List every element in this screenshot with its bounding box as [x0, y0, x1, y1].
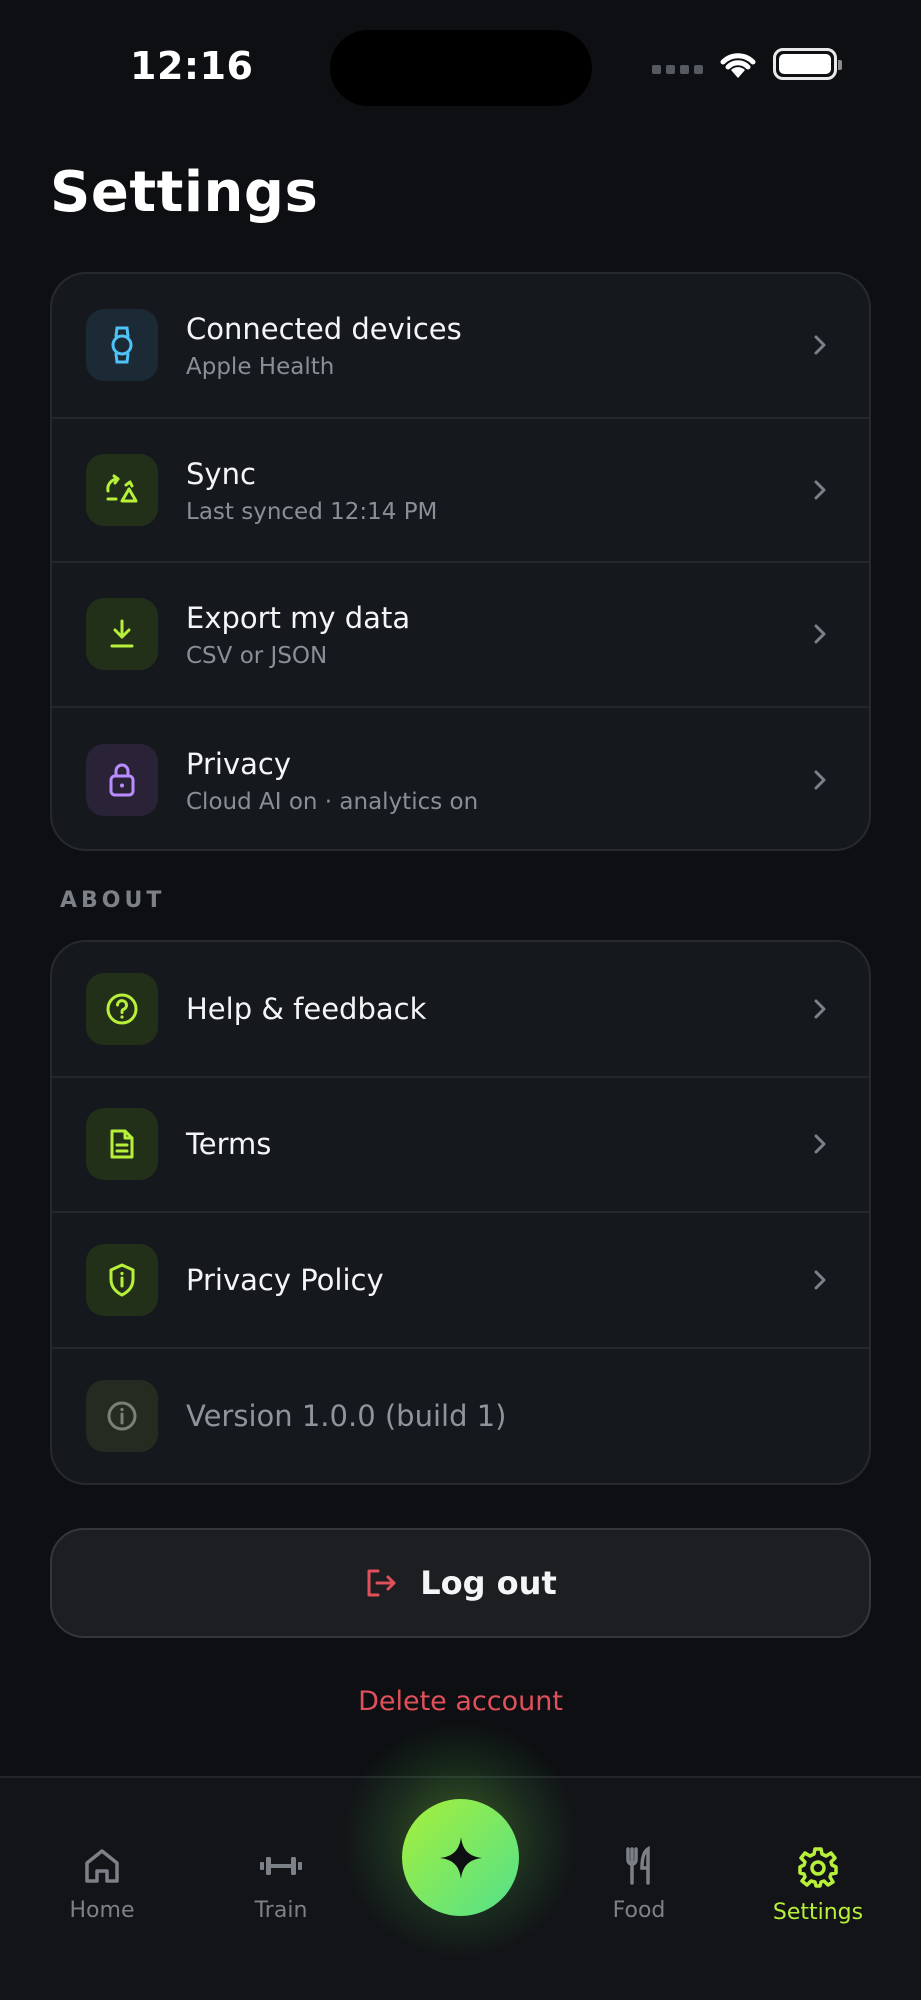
- chevron-right-icon: [814, 770, 826, 790]
- fork-knife-icon: [626, 1845, 650, 1885]
- row-subtitle: Cloud AI on · analytics on: [186, 788, 479, 815]
- chevron-right-icon: [814, 999, 826, 1019]
- help-feedback-row[interactable]: Help & feedback: [52, 942, 869, 1078]
- row-title: Privacy: [186, 746, 291, 781]
- about-section-label: ABOUT: [60, 888, 166, 913]
- tab-label: Settings: [772, 1900, 864, 1925]
- tab-food[interactable]: Food: [564, 1845, 714, 1923]
- version-text: Version 1.0.0 (build 1): [186, 1399, 507, 1434]
- cellular-signal-icon: [652, 64, 703, 74]
- row-title: Connected devices: [186, 312, 462, 347]
- wifi-icon: [720, 53, 756, 78]
- tab-settings[interactable]: Settings: [743, 1846, 893, 1925]
- about-card: Help & feedback Terms Privacy Policy Ver…: [50, 940, 871, 1485]
- chevron-right-icon: [814, 624, 826, 644]
- status-bar: 12:16: [0, 0, 921, 140]
- logout-button[interactable]: Log out: [50, 1528, 871, 1638]
- document-icon: [86, 1108, 158, 1181]
- lock-icon: [86, 743, 158, 816]
- row-subtitle: Last synced 12:14 PM: [186, 498, 438, 525]
- sparkle-icon: [439, 1836, 482, 1879]
- gear-icon: [798, 1847, 838, 1888]
- page-title: Settings: [50, 160, 319, 225]
- export-data-row[interactable]: Export my data CSV or JSON: [52, 563, 869, 708]
- tab-label: Home: [69, 1898, 135, 1923]
- row-title: Privacy Policy: [186, 1262, 384, 1297]
- tab-label: Food: [612, 1898, 666, 1923]
- tab-train[interactable]: Train: [206, 1846, 356, 1923]
- privacy-policy-row[interactable]: Privacy Policy: [52, 1213, 869, 1349]
- center-action-button[interactable]: [402, 1799, 519, 1916]
- chevron-right-icon: [814, 480, 826, 500]
- status-time: 12:16: [130, 44, 254, 88]
- tab-label: Train: [254, 1898, 308, 1923]
- logout-icon: [367, 1569, 396, 1597]
- row-subtitle: Apple Health: [186, 354, 335, 381]
- version-row: Version 1.0.0 (build 1): [52, 1349, 869, 1484]
- row-title: Help & feedback: [186, 991, 427, 1026]
- sync-icon: [86, 453, 158, 526]
- tab-home[interactable]: Home: [27, 1846, 177, 1923]
- sync-row[interactable]: Sync Last synced 12:14 PM: [52, 419, 869, 563]
- watch-icon: [86, 309, 158, 382]
- info-icon: [86, 1380, 158, 1453]
- battery-icon: [773, 48, 842, 80]
- row-title: Terms: [186, 1127, 272, 1162]
- download-icon: [86, 598, 158, 671]
- delete-account-link[interactable]: Delete account: [0, 1686, 921, 1717]
- help-circle-icon: [86, 972, 158, 1045]
- terms-row[interactable]: Terms: [52, 1078, 869, 1213]
- chevron-right-icon: [814, 335, 826, 355]
- chevron-right-icon: [814, 1270, 826, 1290]
- row-title: Sync: [186, 456, 256, 491]
- privacy-row[interactable]: Privacy Cloud AI on · analytics on: [52, 708, 869, 850]
- dumbbell-icon: [260, 1857, 302, 1875]
- logout-label: Log out: [420, 1564, 557, 1602]
- dynamic-island: [330, 30, 592, 106]
- status-icons: [652, 48, 842, 80]
- account-settings-card: Connected devices Apple Health Sync Last…: [50, 272, 871, 851]
- shield-icon: [86, 1243, 158, 1316]
- row-subtitle: CSV or JSON: [186, 643, 328, 670]
- connected-devices-row[interactable]: Connected devices Apple Health: [52, 274, 869, 419]
- chevron-right-icon: [814, 1134, 826, 1154]
- row-title: Export my data: [186, 601, 411, 636]
- home-icon: [85, 1849, 119, 1883]
